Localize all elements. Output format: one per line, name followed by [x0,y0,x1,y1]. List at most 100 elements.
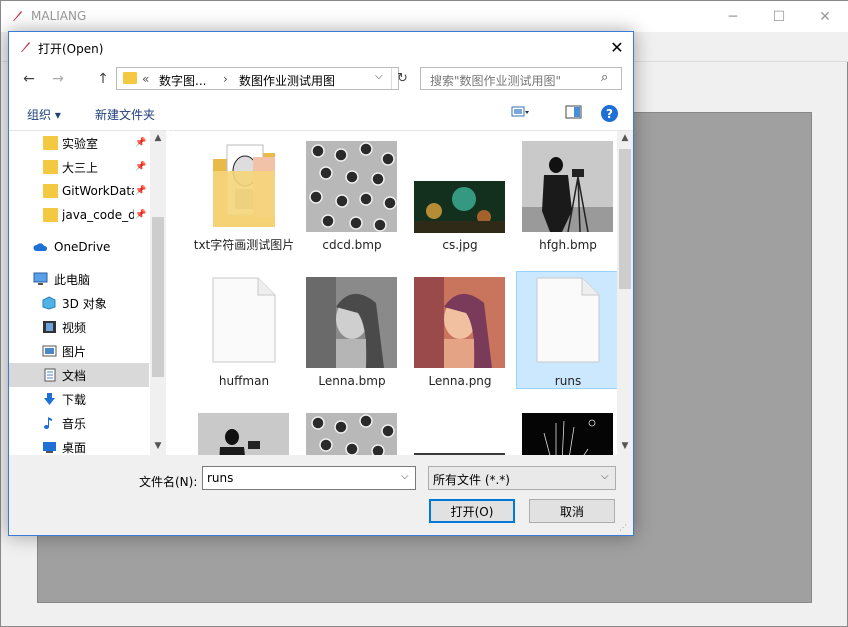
feather-logo-icon [21,42,30,52]
new-folder-button[interactable]: 新建文件夹 [95,106,155,123]
sidebar-item-junior[interactable]: 大三上 📌 [9,155,149,179]
blank-file-icon [536,277,600,363]
image-thumbnail-icon [414,277,505,368]
breadcrumb-separator[interactable]: › [223,72,228,86]
sidebar-item-label: 文档 [62,368,87,383]
dialog-close-icon[interactable]: ✕ [601,32,633,62]
open-button[interactable]: 打开(O) [429,499,515,523]
sidebar-item-lab[interactable]: 实验室 📌 [9,131,149,155]
file-item-image[interactable] [408,407,512,455]
scroll-up-icon[interactable]: ▲ [618,133,632,143]
pin-icon: 📌 [135,210,147,220]
scroll-down-icon[interactable]: ▼ [151,441,165,451]
file-name: Lenna.bmp [318,374,386,388]
folder-thumbnail-icon [213,144,275,227]
filename-value[interactable]: runs [207,471,233,485]
chevron-down-icon[interactable]: ⌵ [401,471,409,482]
app-title: MALIANG [31,9,87,23]
cube-icon [42,296,56,310]
chevron-down-icon[interactable]: ⌵ [375,71,383,82]
open-file-dialog: 打开(Open) ✕ ← → ↑ « 数字图... › 数图作业测试用图 ⌵ ↻… [8,31,634,536]
forward-arrow-icon[interactable]: → [47,69,69,89]
search-input[interactable]: 搜索"数图作业测试用图" ⌕ [420,67,622,90]
sidebar-item-downloads[interactable]: 下载 [9,387,149,411]
sidebar-item-label: OneDrive [54,240,111,254]
sidebar-item-label: 桌面 [62,440,87,455]
breadcrumb-overflow[interactable]: « [142,72,149,86]
sidebar-item-gitworkdata[interactable]: GitWorkData 📌 [9,179,149,203]
sidebar-item-pictures[interactable]: 图片 [9,339,149,363]
file-item-folder[interactable]: txt字符画测试图片 [192,135,296,253]
sidebar-item-label: 实验室 [62,136,99,151]
file-name: runs [554,374,582,388]
file-name: Lenna.png [428,374,492,388]
file-item-image[interactable]: Lenna.bmp [300,271,404,389]
music-icon [44,417,52,429]
chevron-down-icon[interactable]: ⌵ [601,471,609,482]
organize-button[interactable]: 组织 ▾ [27,106,61,123]
minimize-icon[interactable]: ─ [710,1,756,32]
address-bar[interactable]: « 数字图... › 数图作业测试用图 ⌵ ↻ [116,67,408,90]
refresh-icon[interactable]: ↻ [391,68,413,89]
command-bar: 组织 ▾ 新建文件夹 ? [9,99,633,127]
file-item-image[interactable] [516,407,620,455]
file-item-image[interactable]: hfgh.bmp [516,135,620,253]
file-list-pane: txt字符画测试图片 cdcd.bmp cs.jpg hfgh.bmp huff… [169,130,633,455]
breadcrumb-item[interactable]: 数字图... [159,72,206,89]
maximize-icon[interactable]: ☐ [756,1,802,32]
help-icon[interactable]: ? [601,105,618,122]
file-item-image[interactable] [192,407,296,455]
file-item-document[interactable]: huffman [192,271,296,389]
sidebar-item-label: 下载 [62,392,87,407]
file-name: cdcd.bmp [322,238,382,252]
image-thumbnail-icon [522,413,613,455]
close-icon[interactable]: ✕ [802,1,848,32]
resize-grip-icon[interactable]: ⋰ [619,523,627,532]
search-icon: ⌕ [601,70,609,85]
sidebar-item-label: 此电脑 [54,272,91,287]
folder-icon [43,136,58,150]
back-arrow-icon[interactable]: ← [18,69,40,89]
sidebar-item-label: 图片 [62,344,87,359]
files-scrollbar[interactable]: ▲ ▼ [617,131,633,455]
filename-input[interactable]: runs ⌵ [202,466,416,490]
file-item-image[interactable]: cdcd.bmp [300,135,404,253]
pin-icon: 📌 [135,138,147,148]
sidebar-item-music[interactable]: 音乐 [9,411,149,435]
sidebar-item-this-pc[interactable]: 此电脑 [9,267,149,291]
file-name: huffman [218,374,270,388]
image-thumbnail-icon [414,181,505,233]
scroll-down-icon[interactable]: ▼ [618,441,632,451]
scroll-up-icon[interactable]: ▲ [151,133,165,143]
sidebar-item-documents[interactable]: 文档 [9,363,149,387]
view-options-icon[interactable] [511,104,529,120]
sidebar-item-3d-objects[interactable]: 3D 对象 [9,291,149,315]
file-item-image[interactable]: cs.jpg [408,135,512,253]
file-item-image[interactable]: Lenna.png [408,271,512,389]
breadcrumb-item-current[interactable]: 数图作业测试用图 [239,72,335,89]
nav-scrollbar[interactable]: ▲ ▼ [150,131,166,456]
sidebar-item-label: java_code_d [62,208,134,222]
cancel-button[interactable]: 取消 [529,499,615,523]
computer-icon [33,272,48,285]
up-arrow-icon[interactable]: ↑ [92,69,114,89]
sidebar-item-videos[interactable]: 视频 [9,315,149,339]
filetype-select[interactable]: 所有文件 (*.*) ⌵ [428,466,616,490]
sidebar-item-onedrive[interactable]: OneDrive [9,235,149,259]
sidebar-item-java-code[interactable]: java_code_d 📌 [9,203,149,227]
preview-pane-icon[interactable] [565,104,583,120]
file-item-document[interactable]: runs [516,271,620,389]
file-name: cs.jpg [442,238,478,252]
pin-icon: 📌 [135,186,147,196]
scrollbar-thumb[interactable] [619,149,631,289]
image-thumbnail-icon [306,277,397,368]
sidebar-item-label: 音乐 [62,416,87,431]
file-item-image[interactable] [300,407,404,455]
dialog-titlebar[interactable]: 打开(Open) ✕ [9,32,633,62]
cloud-icon [33,243,48,251]
filename-label: 文件名(N): [139,475,198,489]
dialog-footer: 文件名(N): runs ⌵ 所有文件 (*.*) ⌵ 打开(O) 取消 ⋰ [9,455,633,535]
folder-icon [43,208,58,222]
scrollbar-thumb[interactable] [152,217,164,377]
sidebar-item-label: 大三上 [62,160,99,175]
